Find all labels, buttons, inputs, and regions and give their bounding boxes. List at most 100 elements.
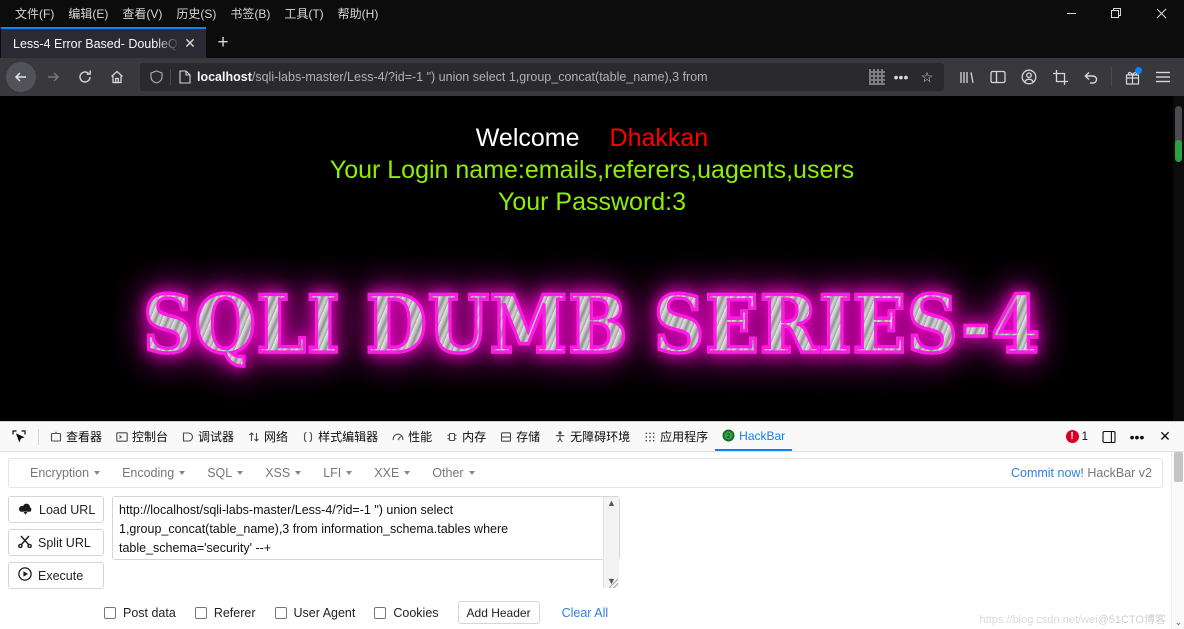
gift-icon[interactable] [1117, 62, 1147, 92]
welcome-heading: Welcome Dhakkan [0, 96, 1184, 153]
close-window-button[interactable] [1139, 0, 1184, 26]
hackbar-menu-other[interactable]: Other [421, 466, 485, 480]
devtools-tab-storage[interactable]: 存储 [493, 422, 547, 451]
menu-tools[interactable]: 工具(T) [277, 2, 330, 25]
checkbox-box[interactable] [104, 606, 116, 619]
devtools-tab-label: 控制台 [132, 430, 169, 444]
hackbar-menu-xss[interactable]: XSS [254, 466, 312, 480]
dock-position-icon[interactable] [1096, 424, 1122, 450]
referer-checkbox[interactable]: Referer [194, 606, 256, 620]
tab-title: Less-4 Error Based- DoubleQuot [13, 36, 180, 51]
console-icon [116, 431, 128, 443]
address-bar[interactable]: localhost/sqli-labs-master/Less-4/?id=-1… [140, 63, 944, 91]
url-separator [170, 69, 171, 85]
devtools-tab-style-editor[interactable]: 样式编辑器 [295, 422, 385, 451]
hackbar-menu-label: Other [432, 466, 464, 480]
hackbar-menu-sql[interactable]: SQL [196, 466, 254, 480]
textarea-resize-grip[interactable] [609, 579, 618, 588]
menu-view[interactable]: 查看(V) [115, 2, 169, 25]
hackbar-scroll-down-icon[interactable]: ⌄ [1174, 617, 1183, 628]
checkbox-box[interactable] [194, 606, 207, 619]
hackbar-scrollbar[interactable]: ⌄ [1171, 452, 1184, 629]
hackbar-url-input[interactable] [112, 496, 620, 560]
post-data-checkbox[interactable]: Post data [104, 606, 176, 620]
bookmark-star-icon[interactable]: ☆ [914, 64, 940, 90]
devtools-close-icon[interactable]: ✕ [1152, 424, 1178, 450]
cookies-checkbox[interactable]: Cookies [374, 606, 439, 620]
svg-text:2: 2 [727, 433, 731, 440]
page-scrollbar[interactable] [1173, 96, 1184, 421]
clear-all-link[interactable]: Clear All [562, 606, 609, 620]
hackbar-scrollbar-thumb[interactable] [1174, 452, 1183, 482]
sidebar-icon[interactable] [983, 62, 1013, 92]
load-url-button[interactable]: Load URL [8, 496, 104, 523]
minimize-button[interactable] [1049, 0, 1094, 26]
devtools-tab-label: 网络 [264, 430, 289, 444]
devtools-tab-memory[interactable]: 内存 [439, 422, 493, 451]
page-scrollbar-thumb[interactable] [1175, 140, 1182, 162]
hackbar-menu-xxe[interactable]: XXE [363, 466, 421, 480]
memory-icon [446, 431, 458, 443]
debugger-icon [182, 431, 194, 443]
reload-icon[interactable] [70, 62, 100, 92]
menu-bookmarks[interactable]: 书签(B) [223, 2, 277, 25]
add-header-button[interactable]: Add Header [457, 601, 540, 624]
checkbox-box[interactable] [274, 606, 287, 619]
scissors-icon [18, 535, 32, 551]
execute-button[interactable]: Execute [8, 562, 104, 589]
page-actions-icon[interactable]: ••• [888, 64, 914, 90]
menu-history[interactable]: 历史(S) [169, 2, 223, 25]
account-icon[interactable] [1014, 62, 1044, 92]
hackbar-menu-lfi[interactable]: LFI [312, 466, 363, 480]
library-icon[interactable] [952, 62, 982, 92]
checkbox-box[interactable] [374, 606, 387, 619]
browser-tab-active[interactable]: Less-4 Error Based- DoubleQuot ✕ [1, 27, 206, 58]
devtools-tab-accessibility[interactable]: 无障碍环境 [547, 422, 637, 451]
hackbar-header-row: H Upgrade-Insecure-Requests: 1 [0, 624, 1171, 629]
undo-icon[interactable] [1076, 62, 1106, 92]
menu-help[interactable]: 帮助(H) [331, 2, 386, 25]
qr-code-icon[interactable] [869, 69, 885, 85]
hackbar-menu-encryption[interactable]: Encryption [19, 466, 111, 480]
scroll-up-icon[interactable]: ▲ [607, 499, 616, 508]
toolbar-separator [1111, 67, 1112, 87]
devtools-tab-debugger[interactable]: 调试器 [175, 422, 241, 451]
tab-close-icon[interactable]: ✕ [180, 34, 200, 54]
user-agent-checkbox[interactable]: User Agent [274, 606, 355, 620]
hackbar-menu-label: XSS [265, 466, 291, 480]
page-content: Welcome Dhakkan Your Login name:emails,re… [0, 96, 1184, 421]
back-icon[interactable] [6, 62, 36, 92]
browser-window: 文件(F) 编辑(E) 查看(V) 历史(S) 书签(B) 工具(T) 帮助(H… [0, 0, 1184, 629]
inspector-icon [50, 431, 62, 443]
window-controls [1049, 0, 1184, 26]
split-url-button[interactable]: Split URL [8, 529, 104, 556]
hackbar-menu-label: XXE [374, 466, 400, 480]
devtools-meatball-icon[interactable]: ••• [1124, 424, 1150, 450]
sqli-banner-wrap: SQLI DUMB SERIES-4 [0, 269, 1184, 379]
commit-now-link[interactable]: Commit now! [1011, 466, 1084, 480]
element-picker-icon[interactable] [4, 423, 34, 451]
forward-icon[interactable] [38, 62, 68, 92]
maximize-restore-button[interactable] [1094, 0, 1139, 26]
devtools-tab-application[interactable]: 应用程序 [637, 422, 715, 451]
menu-edit[interactable]: 编辑(E) [61, 2, 115, 25]
chevron-down-icon [179, 471, 186, 475]
error-count-badge[interactable]: ! 1 [1065, 430, 1094, 443]
hackbar-panel: Encryption Encoding SQL XSS LFI XXE Othe… [0, 452, 1184, 629]
devtools-tab-label: 性能 [408, 430, 433, 444]
devtools-tab-inspector[interactable]: 查看器 [43, 422, 109, 451]
url-path: /sqli-labs-master/Less-4/?id=-1 ") union… [251, 70, 708, 84]
devtools-tab-network[interactable]: 网络 [241, 422, 295, 451]
new-tab-button[interactable]: + [206, 27, 240, 58]
devtools-tab-console[interactable]: 控制台 [109, 422, 175, 451]
screenshot-icon[interactable] [1045, 62, 1075, 92]
hackbar-menu-encoding[interactable]: Encoding [111, 466, 196, 480]
home-icon[interactable] [102, 62, 132, 92]
hackbar-menu-label: Encryption [30, 466, 90, 480]
devtools-tab-performance[interactable]: 性能 [385, 422, 439, 451]
textarea-scrollbar[interactable]: ▲ ▼ [603, 497, 619, 588]
menu-file[interactable]: 文件(F) [8, 2, 61, 25]
hamburger-menu-icon[interactable] [1148, 62, 1178, 92]
split-url-label: Split URL [38, 535, 91, 550]
devtools-tab-hackbar[interactable]: 2 HackBar [715, 422, 793, 451]
